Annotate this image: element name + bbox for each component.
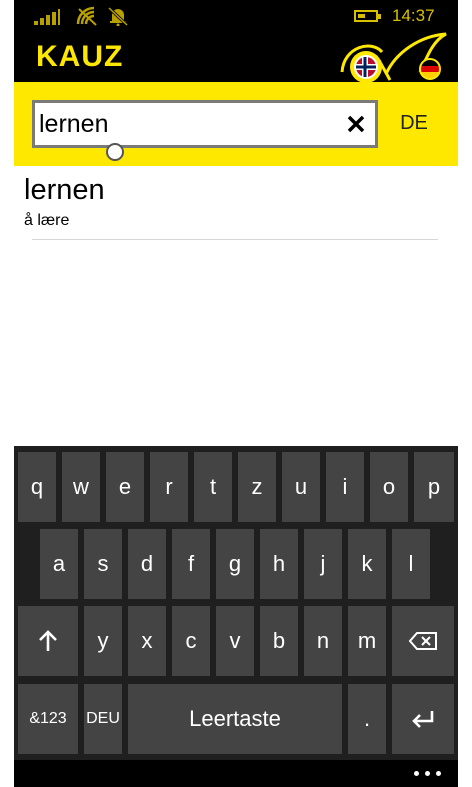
key-r[interactable]: r [150, 452, 188, 522]
enter-key[interactable] [392, 684, 454, 754]
key-s[interactable]: s [84, 529, 122, 599]
close-icon[interactable] [341, 109, 371, 139]
key-d[interactable]: d [128, 529, 166, 599]
status-bar: 14:37 [14, 0, 458, 32]
key-c[interactable]: c [172, 606, 210, 676]
on-screen-keyboard: q w e r t z u i o p a s d f g h j k l y … [14, 446, 458, 760]
key-h[interactable]: h [260, 529, 298, 599]
result-word: lernen [24, 174, 105, 206]
bell-muted-icon [107, 6, 129, 26]
search-input[interactable] [39, 106, 329, 142]
key-t[interactable]: t [194, 452, 232, 522]
app-title: KAUZ [36, 40, 124, 73]
text-selection-handle[interactable] [106, 143, 124, 161]
backspace-key[interactable] [392, 606, 454, 676]
clock: 14:37 [392, 6, 435, 25]
key-q[interactable]: q [18, 452, 56, 522]
key-x[interactable]: x [128, 606, 166, 676]
enter-icon [412, 711, 434, 728]
wifi-icon [76, 6, 97, 26]
key-f[interactable]: f [172, 529, 210, 599]
key-w[interactable]: w [62, 452, 100, 522]
battery-icon [354, 10, 381, 22]
key-p[interactable]: p [414, 452, 454, 522]
key-m[interactable]: m [348, 606, 386, 676]
app-frame: 14:37 KAUZ lernen DE lernen å lære q w e… [14, 0, 458, 787]
app-header: KAUZ [14, 32, 458, 83]
shift-up-arrow-icon [39, 630, 57, 651]
result-item[interactable]: lernen å lære [24, 170, 444, 240]
key-o[interactable]: o [370, 452, 408, 522]
keyboard-language-key[interactable]: DEU [84, 684, 122, 754]
key-e[interactable]: e [106, 452, 144, 522]
backspace-icon [408, 632, 437, 650]
result-translation: å lære [24, 212, 70, 229]
key-b[interactable]: b [260, 606, 298, 676]
more-dots-icon[interactable] [414, 771, 444, 777]
language-toggle-button[interactable]: DE [386, 108, 442, 138]
signal-icon [34, 9, 60, 25]
period-key[interactable]: . [348, 684, 386, 754]
app-bar [14, 760, 458, 787]
shift-key[interactable] [18, 606, 78, 676]
key-j[interactable]: j [304, 529, 342, 599]
key-a[interactable]: a [40, 529, 78, 599]
numbers-key[interactable]: &123 [18, 684, 78, 754]
search-box [32, 100, 378, 148]
key-l[interactable]: l [392, 529, 430, 599]
result-divider [32, 239, 438, 240]
key-v[interactable]: v [216, 606, 254, 676]
key-g[interactable]: g [216, 529, 254, 599]
key-k[interactable]: k [348, 529, 386, 599]
search-bar: DE [14, 82, 458, 166]
key-n[interactable]: n [304, 606, 342, 676]
kauz-owl-logo [340, 32, 447, 83]
key-y[interactable]: y [84, 606, 122, 676]
key-z[interactable]: z [238, 452, 276, 522]
key-i[interactable]: i [326, 452, 364, 522]
key-u[interactable]: u [282, 452, 320, 522]
space-key[interactable]: Leertaste [128, 684, 342, 754]
